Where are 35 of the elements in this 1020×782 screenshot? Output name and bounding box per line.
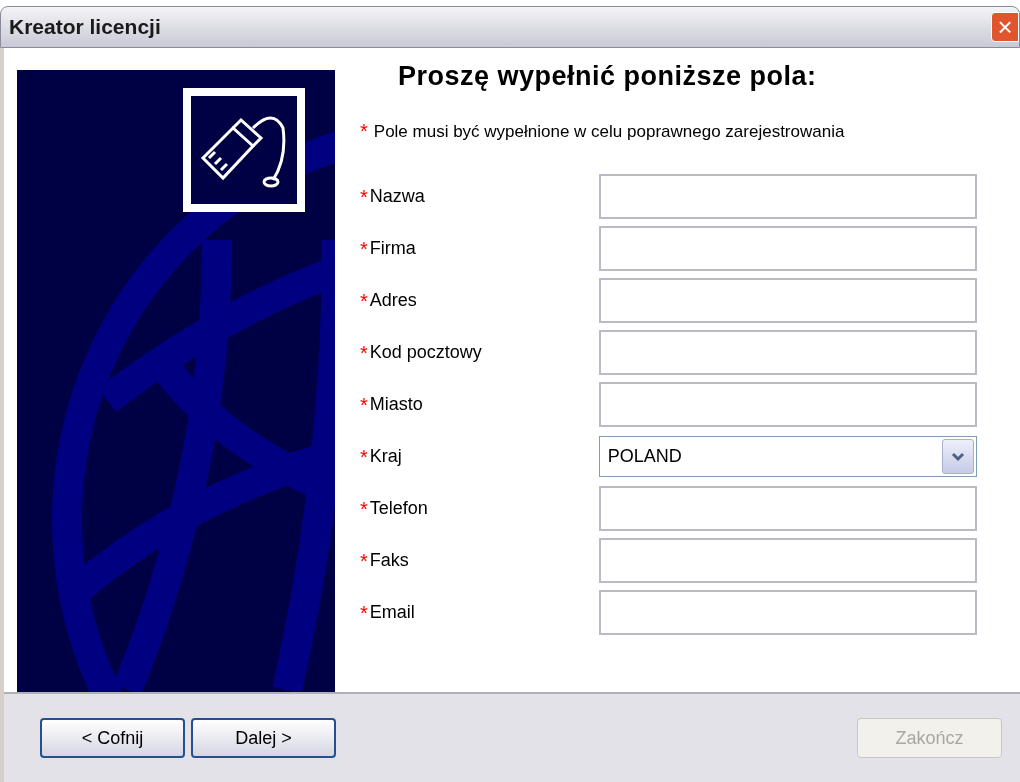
country-dropdown[interactable]: POLAND <box>598 436 977 477</box>
field-label: Telefon <box>369 497 429 520</box>
input-field[interactable] <box>598 330 977 375</box>
required-mark: * <box>360 121 368 142</box>
required-note: Pole musi być wypełnione w celu poprawnego zarejestrowania <box>373 120 845 143</box>
wizard-button[interactable]: Dalej > <box>191 718 336 758</box>
required-mark: * <box>360 550 368 571</box>
input-field[interactable] <box>598 486 977 531</box>
required-mark: * <box>360 602 368 623</box>
required-mark: * <box>360 498 368 519</box>
input-field[interactable] <box>598 226 977 271</box>
field-label: Kod pocztowy <box>369 341 483 364</box>
field-label: Miasto <box>369 393 424 416</box>
window-title: Kreator licencji <box>9 14 161 41</box>
close-button[interactable]: × <box>991 12 1019 42</box>
input-field[interactable] <box>598 538 977 583</box>
field-label: Email <box>369 601 416 624</box>
input-field[interactable] <box>598 278 977 323</box>
network-plug-icon <box>183 88 305 212</box>
field-label: Nazwa <box>369 185 426 208</box>
field-label: Firma <box>369 237 417 260</box>
wizard-button[interactable]: < Cofnij <box>40 718 185 758</box>
form-heading: Proszę wypełnić poniższe pola: <box>398 60 818 93</box>
field-label: Adres <box>369 289 418 312</box>
required-mark: * <box>360 446 368 467</box>
field-label: Faks <box>369 549 410 572</box>
input-field[interactable] <box>598 590 977 635</box>
required-mark: * <box>360 290 368 311</box>
input-field[interactable] <box>598 174 977 219</box>
required-mark: * <box>360 342 368 363</box>
required-mark: * <box>360 394 368 415</box>
required-mark: * <box>360 186 368 207</box>
required-mark: * <box>360 238 368 259</box>
input-field[interactable] <box>598 382 977 427</box>
field-label: Kraj <box>369 445 403 468</box>
